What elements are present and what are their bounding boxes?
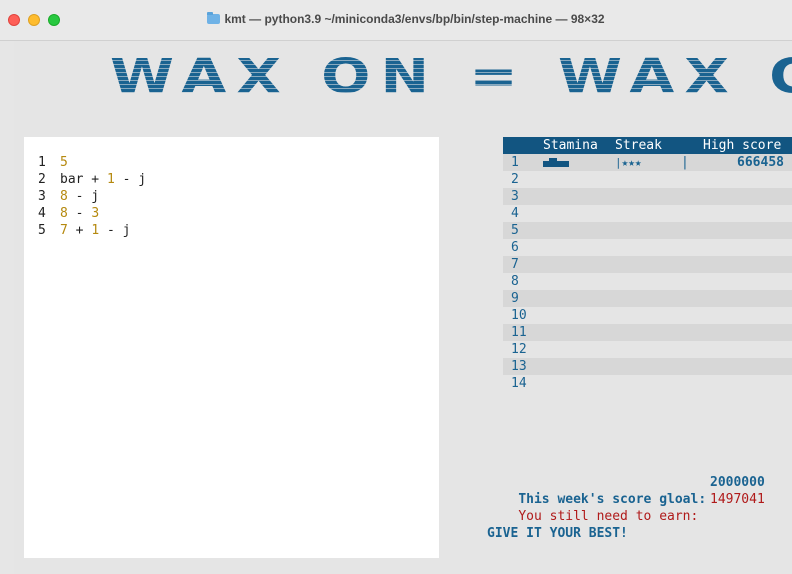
code-line[interactable]: 38 - j [38, 188, 99, 205]
header-streak: Streak [615, 138, 662, 153]
table-row: 9 [503, 290, 792, 307]
table-row: 1 |★★★ | 666458 [503, 154, 792, 171]
table-row: 6 [503, 239, 792, 256]
rank-number: 10 [511, 308, 527, 323]
code-token: - j [99, 223, 131, 238]
code-token: - j [67, 189, 100, 204]
banner-logo: WAX ON = WAX OFF [110, 48, 792, 109]
rank-number: 8 [511, 274, 519, 289]
header-high-score: High score [703, 138, 782, 153]
window-title-text: kmt — python3.9 ~/miniconda3/envs/bp/bin… [224, 12, 605, 26]
code-editor[interactable]: 1 5 2 bar + 1 - j38 - j48 - 357 + 1 - j [24, 137, 439, 558]
number-token: 7 [60, 223, 68, 238]
number-token: 1 [106, 172, 115, 187]
rank-number: 4 [511, 206, 519, 221]
window-title: kmt — python3.9 ~/miniconda3/envs/bp/bin… [0, 12, 792, 26]
table-header: Stamina Streak High score [503, 137, 792, 154]
rank-number: 12 [511, 342, 527, 357]
code-line[interactable]: 15 [38, 154, 68, 171]
leaderboard-table: Stamina Streak High score 1 |★★★ | 666458 2 3… [503, 137, 792, 392]
table-row: 2 [503, 171, 792, 188]
need-label: You still need to earn: [518, 509, 699, 524]
line-number: 3 [38, 189, 46, 204]
need-value: 1497041 [710, 492, 765, 507]
code-token: + [67, 223, 92, 238]
table-row: 10 [503, 307, 792, 324]
header-stamina: Stamina [543, 138, 598, 153]
motto-text: GIVE IT YOUR BEST! [487, 526, 628, 541]
line-number: 1 [38, 155, 46, 170]
high-score-value: 666458 [737, 155, 784, 170]
rank-number: 7 [511, 257, 519, 272]
number-token: 1 [91, 223, 100, 238]
table-row: 7 [503, 256, 792, 273]
table-row: 14 [503, 375, 792, 392]
table-row: 11 [503, 324, 792, 341]
number-token: 8 [60, 206, 68, 221]
table-row: 13 [503, 358, 792, 375]
rank-number: 14 [511, 376, 527, 391]
number-token: 8 [60, 189, 68, 204]
rank-number: 6 [511, 240, 519, 255]
table-body: 1 |★★★ | 666458 2 3 4 5 6 7 8 9 10 11 12 13 14 [503, 154, 792, 392]
terminal-window: kmt — python3.9 ~/miniconda3/envs/bp/bin… [0, 0, 792, 574]
code-token: bar + [60, 172, 107, 187]
rank-number: 9 [511, 291, 519, 306]
code-token: - [67, 206, 92, 221]
code-line[interactable]: 48 - 3 [38, 205, 99, 222]
table-row: 8 [503, 273, 792, 290]
rank-number: 5 [511, 223, 519, 238]
table-row: 3 [503, 188, 792, 205]
folder-icon [207, 12, 221, 24]
goal-value: 2000000 [710, 475, 765, 490]
title-bar[interactable]: kmt — python3.9 ~/miniconda3/envs/bp/bin… [0, 0, 792, 41]
code-token: - j [114, 172, 147, 187]
line-number: 5 [38, 223, 46, 238]
streak-value: |★★★ [615, 156, 642, 169]
rank-number: 1 [511, 155, 519, 170]
banner-text: WAX ON = WAX OFF [110, 48, 792, 104]
stamina-bar [543, 158, 569, 167]
line-number: 4 [38, 206, 46, 221]
streak-end: | [681, 155, 689, 170]
table-row: 12 [503, 341, 792, 358]
table-row: 4 [503, 205, 792, 222]
rank-number: 11 [511, 325, 527, 340]
number-token: 5 [60, 155, 68, 170]
number-token: 3 [91, 206, 100, 221]
rank-number: 13 [511, 359, 527, 374]
line-number: 2 [38, 172, 46, 187]
rank-number: 3 [511, 189, 519, 204]
rank-number: 2 [511, 172, 519, 187]
code-line[interactable]: 2 bar + 1 - j [38, 171, 146, 188]
table-row: 5 [503, 222, 792, 239]
code-line[interactable]: 57 + 1 - j [38, 222, 130, 239]
